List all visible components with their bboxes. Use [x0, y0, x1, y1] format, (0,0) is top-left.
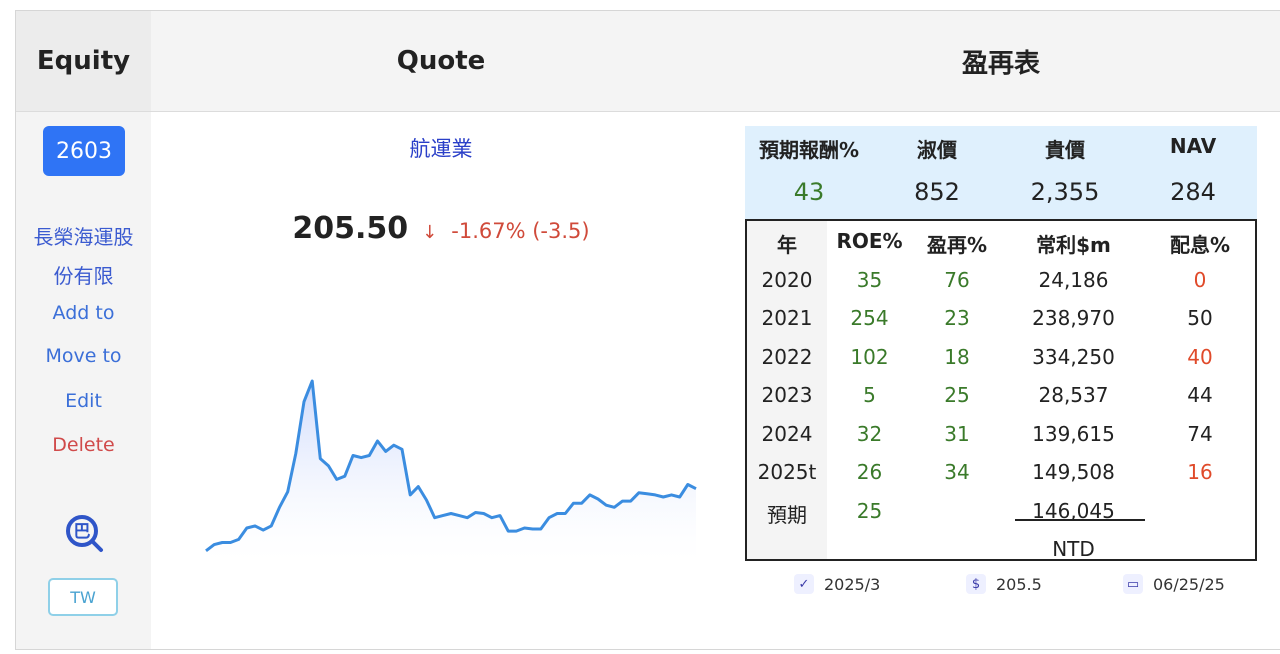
fin-cell: 334,250	[1032, 344, 1115, 369]
sector-link[interactable]: 航運業	[151, 133, 731, 163]
fin-forecast-label: 預期	[767, 502, 807, 527]
header-quote: Quote	[396, 46, 486, 76]
fin-cell: 26	[856, 460, 883, 484]
fin-cell: 2025t	[757, 460, 817, 484]
fin-cell: 149,508	[1032, 460, 1115, 484]
fin-cell: 44	[1187, 383, 1213, 407]
company-name-line2: 份有限	[53, 264, 114, 288]
fin-cell: 5	[863, 383, 876, 407]
label-expected-return: 預期報酬%	[758, 138, 860, 162]
value-fair-price: 852	[914, 178, 960, 206]
fin-cell: 2022	[761, 344, 813, 369]
value-nav: 284	[1170, 178, 1216, 206]
price-value: 205.50	[292, 211, 409, 246]
label-expensive-price: 貴價	[1045, 138, 1085, 162]
footer-price: $ 205.5	[966, 574, 1042, 594]
fin-cell: 24,186	[1038, 267, 1109, 292]
fin-header-2: 盈再%	[926, 233, 988, 257]
price-chart	[205, 379, 697, 561]
sidebar: 2603 長榮海運股 份有限 Add to Move to Edit Delet…	[16, 112, 151, 649]
search-icon-glyph: 巴	[74, 522, 91, 542]
financials-table: 年 ROE% 盈再% 常利$m 配息% 2020 35 76 24,186 0 2021 254 23 2…	[745, 219, 1257, 561]
market-tw-button[interactable]: TW	[48, 578, 118, 616]
fin-cell: 2023	[761, 383, 813, 407]
ticker-button[interactable]: 2603	[43, 126, 125, 176]
value-expected-return: 43	[793, 178, 825, 206]
fin-header-3: 常利$m	[1036, 233, 1111, 257]
fin-cell: 2024	[761, 421, 813, 446]
value-expensive-price: 2,355	[1030, 178, 1100, 206]
equity-card: Equity Quote 盈再表 2603 長榮海運股 份有限 Add to M…	[15, 10, 1280, 650]
fin-cell: 35	[856, 267, 883, 292]
calendar-check-icon: ✓	[794, 574, 814, 594]
fin-currency: NTD	[1052, 537, 1095, 561]
fin-cell: 18	[944, 344, 970, 369]
fin-cell: 34	[944, 460, 970, 484]
fin-cell: 139,615	[1032, 421, 1115, 446]
fin-cell: 2020	[761, 267, 813, 292]
fin-cell: 238,970	[1032, 306, 1115, 330]
add-to-button[interactable]: Add to	[16, 302, 151, 324]
fin-cell: 28,537	[1038, 383, 1109, 407]
header-table: 盈再表	[961, 48, 1040, 79]
fin-cell: 2021	[761, 306, 813, 330]
valuation-panel: 預期報酬% 淑價 貴價 NAV 43 852 2,355 284	[745, 126, 1257, 219]
fin-header-1: ROE%	[836, 229, 903, 253]
delete-button[interactable]: Delete	[16, 434, 151, 456]
edit-button[interactable]: Edit	[16, 390, 151, 412]
move-to-button[interactable]: Move to	[16, 345, 151, 367]
calendar-icon: ▭	[1123, 574, 1143, 594]
arrow-down-icon: ↓	[422, 222, 438, 243]
company-name[interactable]: 長榮海運股 份有限	[16, 218, 151, 296]
fin-header-0: 年	[777, 233, 797, 257]
fin-cell: 23	[944, 306, 970, 330]
label-fair-price: 淑價	[917, 138, 957, 162]
dollar-icon: $	[966, 574, 986, 594]
price-row: 205.50 ↓ -1.67% (-3.5)	[151, 211, 731, 246]
fin-cell: 76	[944, 267, 970, 292]
fin-cell: 32	[856, 421, 883, 446]
footer-date-value: 06/25/25	[1153, 574, 1225, 594]
chart-area-fill	[206, 381, 696, 561]
header-row: Equity Quote 盈再表	[16, 11, 1280, 112]
header-equity: Equity	[16, 11, 151, 111]
fin-forecast-roe: 25	[856, 498, 883, 523]
fin-cell: 40	[1187, 344, 1213, 369]
fin-cell: 102	[850, 344, 889, 369]
price-change: -1.67% (-3.5)	[451, 219, 590, 243]
fin-cell: 16	[1187, 460, 1213, 484]
fin-cell: 254	[850, 306, 889, 330]
fin-cell: 31	[944, 421, 970, 446]
fin-cell: 74	[1187, 421, 1213, 446]
footer-period-value: 2025/3	[824, 574, 881, 594]
footer-price-value: 205.5	[996, 574, 1042, 594]
fin-forecast-profit: 146,045	[1032, 498, 1115, 523]
company-name-line1: 長榮海運股	[33, 225, 134, 249]
fin-cell: 25	[944, 383, 970, 407]
label-nav: NAV	[1169, 134, 1217, 158]
footer-period: ✓ 2025/3	[794, 574, 880, 594]
fin-cell: 50	[1187, 306, 1213, 330]
fin-cell: 0	[1193, 267, 1207, 292]
fin-header-4: 配息%	[1169, 233, 1231, 257]
footer-date: ▭ 06/25/25	[1123, 574, 1225, 594]
search-icon[interactable]: 巴	[63, 512, 107, 556]
